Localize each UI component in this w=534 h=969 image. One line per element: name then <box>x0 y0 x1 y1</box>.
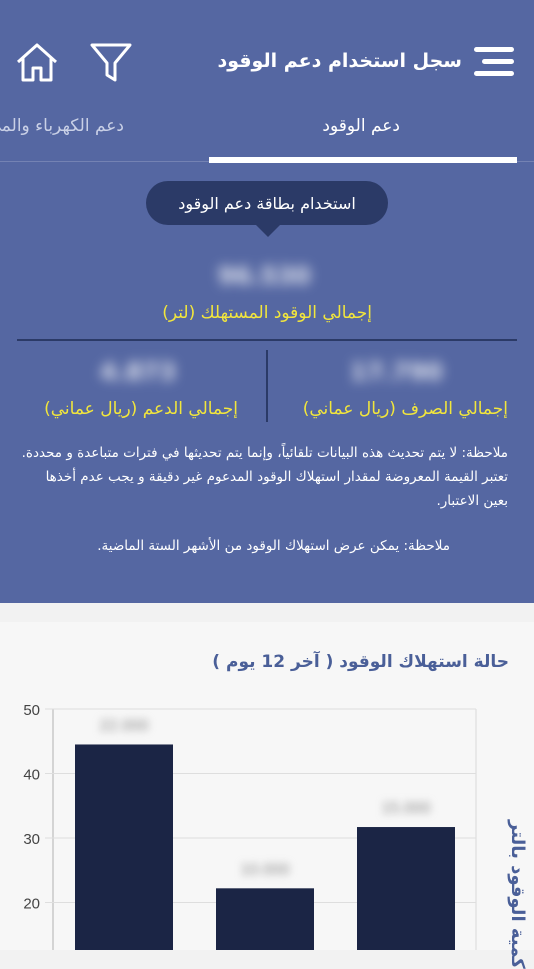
summary-vertical-divider <box>266 350 268 422</box>
bar-value-label: 15.000 <box>382 800 431 817</box>
active-tab-indicator <box>209 157 517 163</box>
chart-bar <box>216 888 314 950</box>
total-fuel-label: إجمالي الوقود المستهلك (لتر) <box>162 303 372 323</box>
chart-bar <box>75 744 173 950</box>
hamburger-menu-icon[interactable] <box>474 44 516 78</box>
chart-title: حالة استهلاك الوقود ( آخر 12 يوم ) <box>212 652 509 672</box>
y-tick-label: 30 <box>23 831 40 848</box>
fuel-consumption-chart: 20 30 40 50 22.000 10.000 15.000 <box>23 702 477 950</box>
bar-value-label: 22.000 <box>100 717 149 734</box>
fuel-card-badge: استخدام بطاقة دعم الوقود <box>146 181 388 237</box>
summary-divider <box>17 339 517 341</box>
y-tick-label: 40 <box>23 767 40 784</box>
total-subsidy-value: 4.873 <box>100 358 176 386</box>
home-icon[interactable] <box>15 42 59 84</box>
page-title: سجل استخدام دعم الوقود <box>217 50 462 72</box>
filter-icon[interactable] <box>89 42 133 84</box>
chart-y-axis-label: كمية الوقود بالتر <box>507 820 528 969</box>
tab-fuel-subsidy[interactable]: دعم الوقود <box>322 116 400 136</box>
total-spent-label: إجمالي الصرف (ريال عماني) <box>302 399 508 419</box>
y-tick-label: 50 <box>23 702 40 719</box>
tab-electricity-water-subsidy[interactable]: دعم الكهرباء والمي <box>0 116 124 136</box>
data-update-note: ملاحظة: لا يتم تحديث هذه البيانات تلقائي… <box>21 445 508 509</box>
summary-panel: سجل استخدام دعم الوقود دعم الوقود دعم ال… <box>0 0 534 603</box>
total-subsidy-label: إجمالي الدعم (ريال عماني) <box>44 399 238 419</box>
chart-bar <box>357 827 455 950</box>
total-fuel-value: 96.530 <box>218 262 311 290</box>
history-note: ملاحظة: يمكن عرض استهلاك الوقود من الأشه… <box>97 538 450 554</box>
y-tick-label: 20 <box>23 896 40 913</box>
bar-value-label: 10.000 <box>241 861 290 878</box>
total-spent-value: 17.790 <box>350 358 443 386</box>
